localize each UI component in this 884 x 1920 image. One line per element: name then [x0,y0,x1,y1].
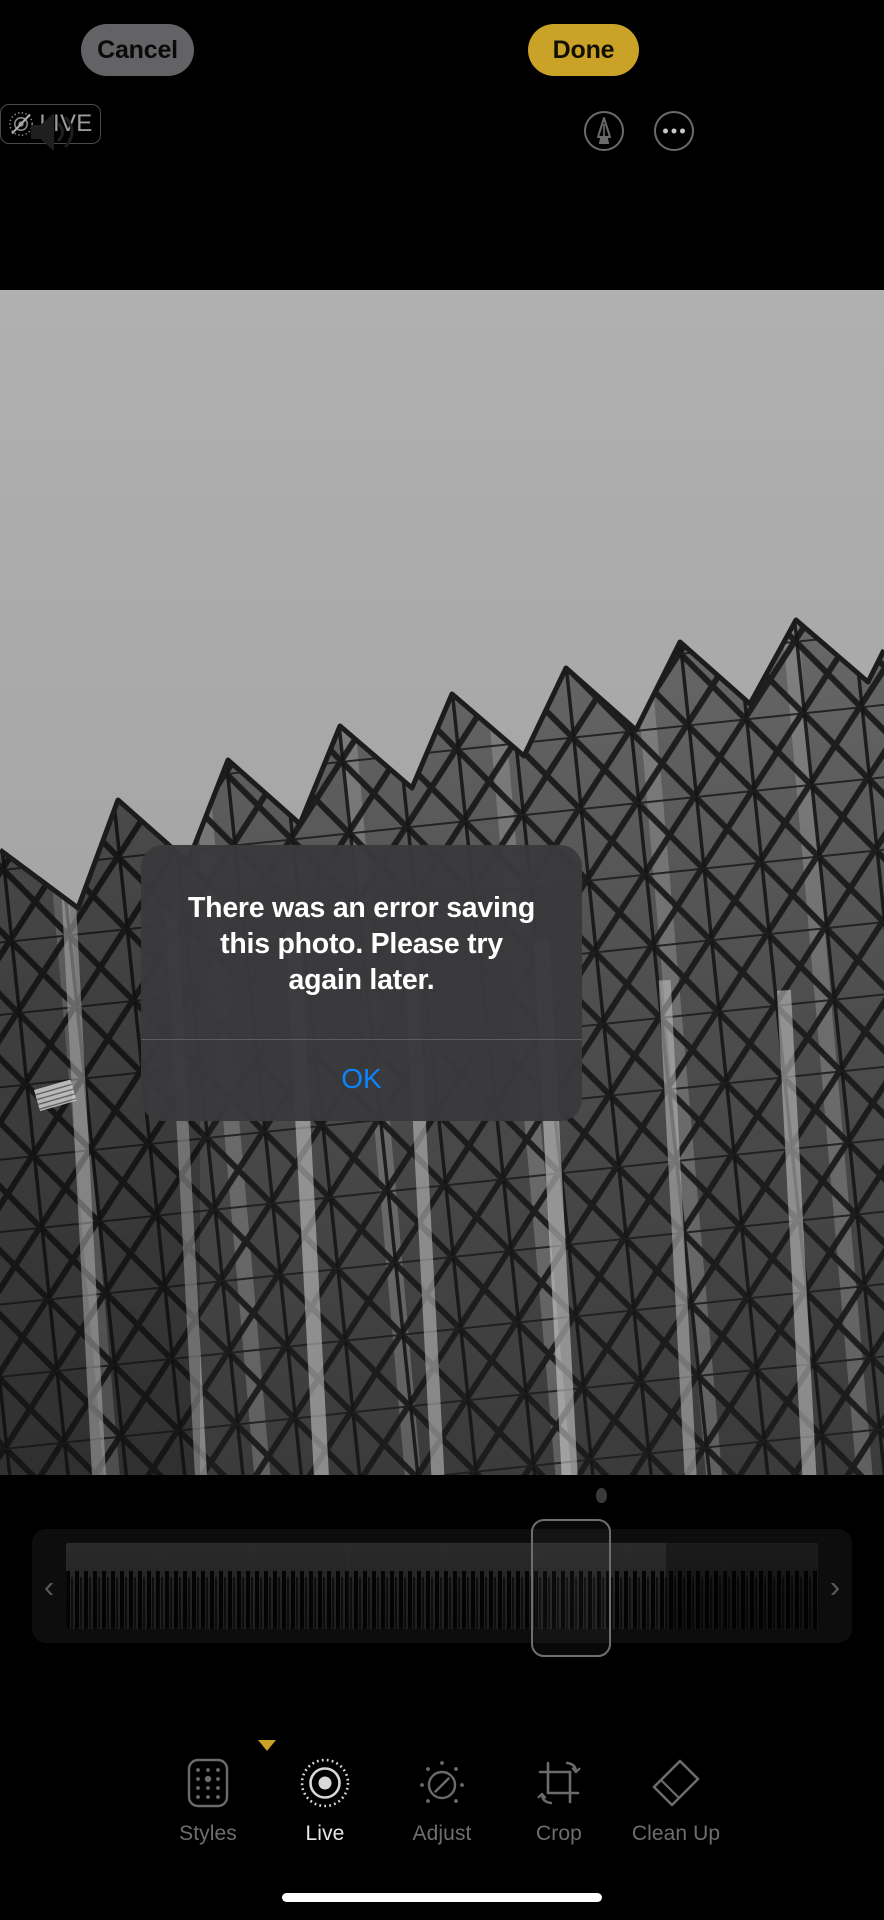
live-photo-icon [299,1757,351,1809]
speaker-wave-icon[interactable] [26,107,80,157]
filmstrip-track[interactable] [66,1543,818,1629]
error-alert-dialog: There was an error saving this photo. Pl… [141,845,582,1121]
styles-grid-icon [185,1757,231,1809]
tool-label-live: Live [305,1822,345,1845]
tool-styles[interactable]: Styles [150,1757,267,1846]
filmstrip[interactable]: ‹ › [32,1529,852,1643]
tool-live[interactable]: Live [267,1757,384,1846]
adjust-dial-icon [416,1757,468,1809]
alert-message-text: There was an error saving this photo. Pl… [188,892,535,997]
top-bar: Cancel Done LIVE [0,0,884,290]
ellipsis-circle-icon[interactable] [653,110,695,152]
edit-tool-bar: Styles Live Adjust Crop Clean Up [0,1757,884,1867]
tool-label-styles: Styles [179,1822,237,1845]
done-button[interactable]: Done [528,24,639,76]
filmstrip-right-arrow[interactable]: › [818,1571,852,1602]
active-tool-caret [258,1740,276,1751]
tool-crop[interactable]: Crop [501,1757,618,1846]
home-indicator [282,1893,602,1902]
tool-label-clean-up: Clean Up [631,1822,721,1845]
photo-editor-screen: Cancel Done LIVE There was an error savi… [0,0,884,1920]
alert-ok-button[interactable]: OK [141,1040,582,1121]
editor-icon-row: LIVE [0,104,884,160]
clean-up-eraser-icon [650,1757,702,1809]
live-photo-filmstrip-zone: ‹ › [0,1475,884,1670]
playhead-marker[interactable] [596,1488,607,1503]
tool-label-adjust: Adjust [412,1822,472,1845]
cancel-button[interactable]: Cancel [81,24,194,76]
key-frame-selector[interactable] [531,1519,611,1657]
markup-pen-circle-icon[interactable] [583,110,625,152]
tool-clean-up[interactable]: Clean Up [618,1757,735,1846]
tool-adjust[interactable]: Adjust [384,1757,501,1846]
filmstrip-left-arrow[interactable]: ‹ [32,1571,66,1602]
crop-rotate-icon [533,1757,585,1809]
tool-label-crop: Crop [536,1822,582,1845]
